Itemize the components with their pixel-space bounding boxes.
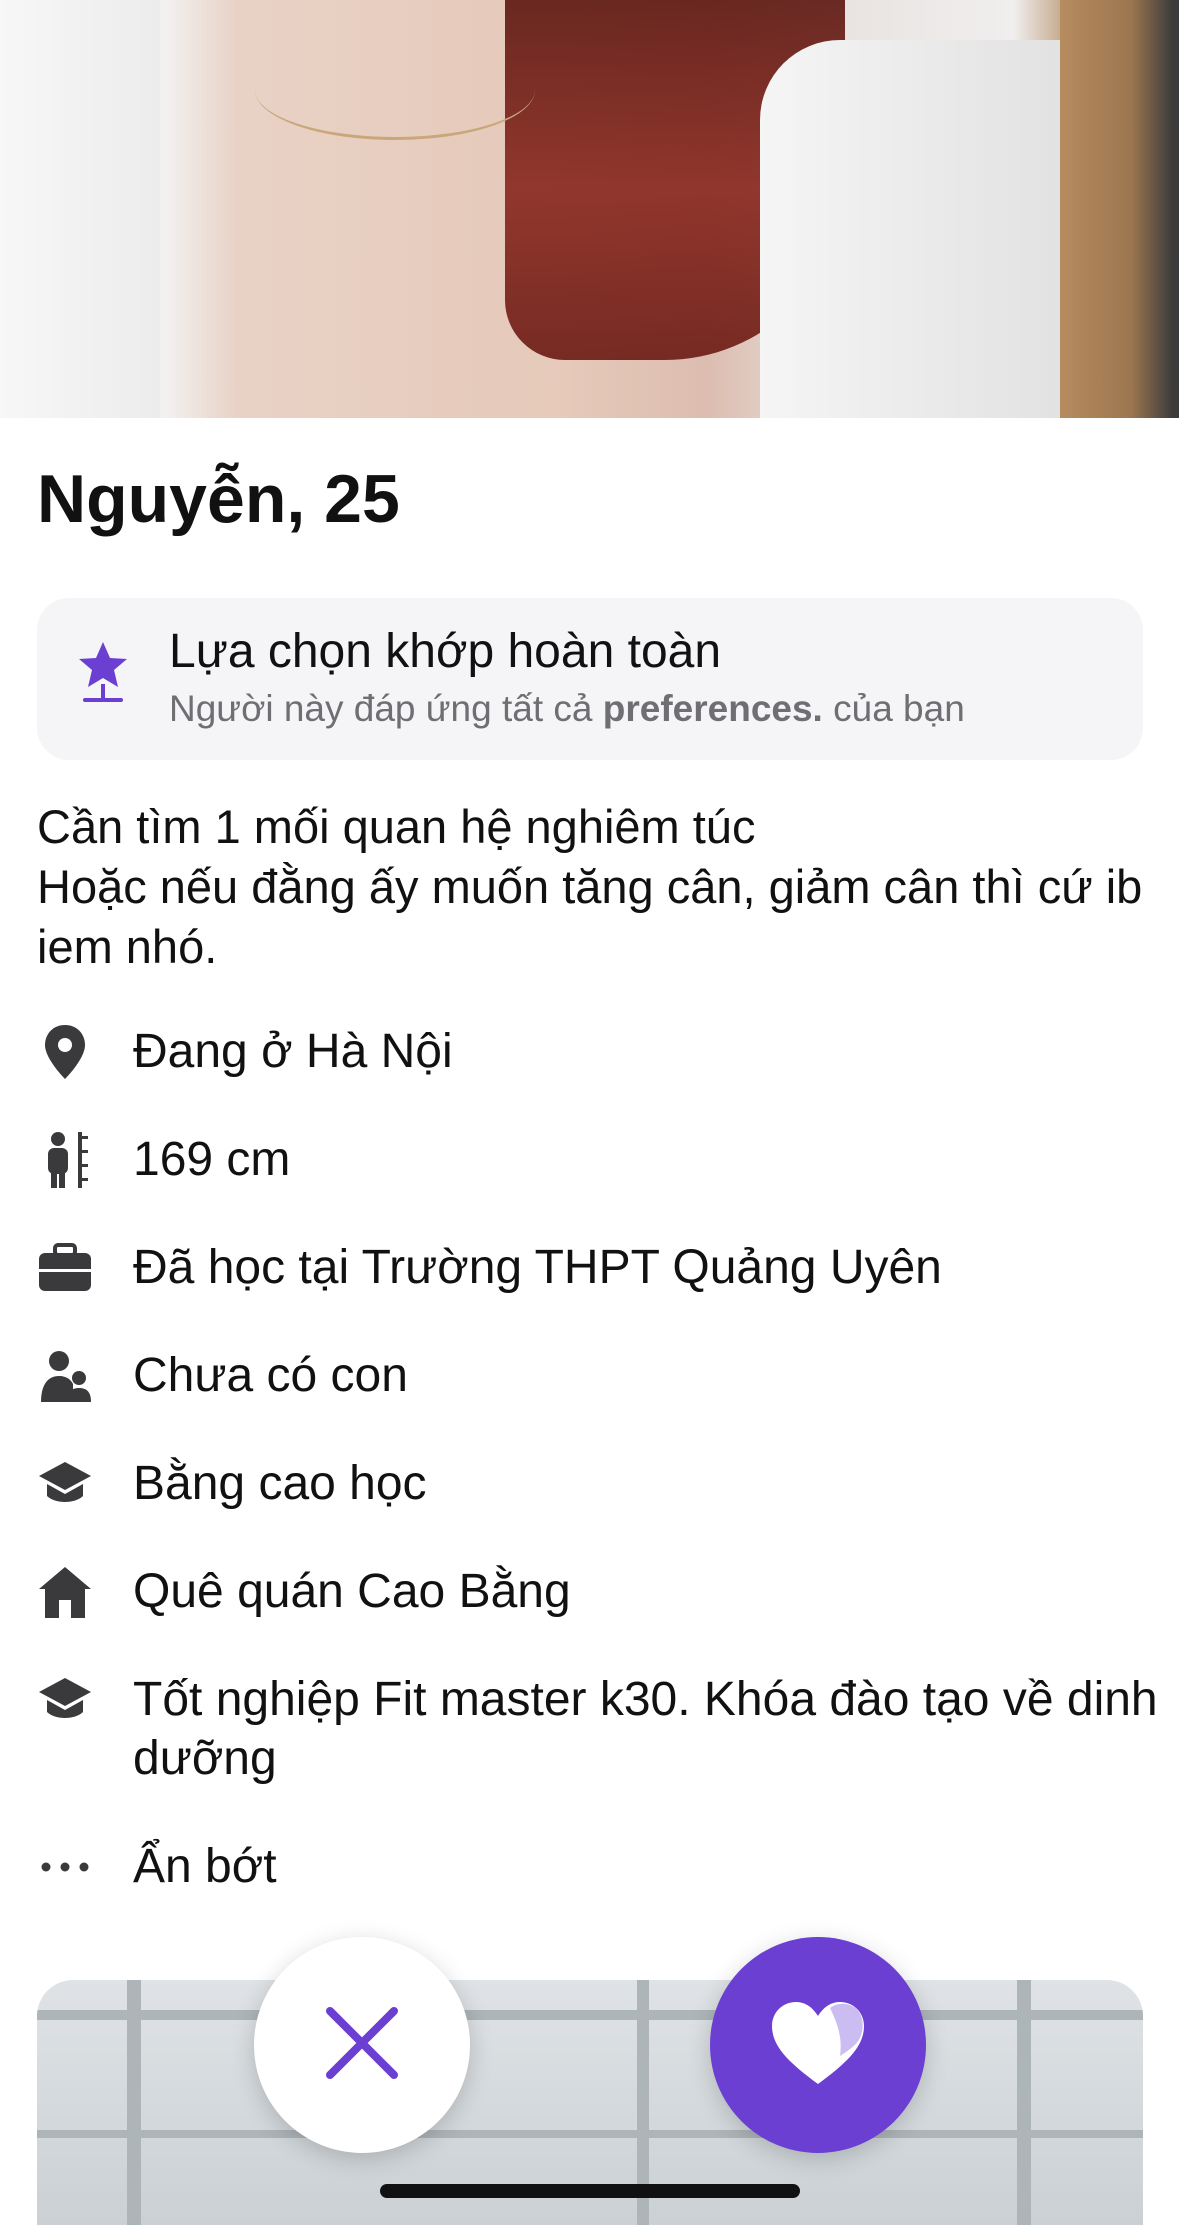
graduation-cap-icon — [37, 1670, 93, 1730]
close-icon — [320, 2001, 404, 2090]
home-icon — [37, 1562, 93, 1622]
profile-photo-top[interactable] — [0, 0, 1179, 418]
photo-region — [127, 1980, 141, 2225]
graduation-cap-icon — [37, 1454, 93, 1514]
photo-region — [255, 40, 535, 140]
star-icon — [75, 638, 131, 710]
detail-text: Tốt nghiệp Fit master k30. Khóa đào tạo … — [133, 1673, 1158, 1785]
perfect-match-subtitle: Người này đáp ứng tất cả preferences. củ… — [169, 688, 965, 729]
home-indicator — [380, 2184, 800, 2198]
show-less-label[interactable]: Ẩn bớt — [133, 1837, 1163, 1896]
children-icon — [37, 1346, 93, 1406]
bio-line: Hoặc nếu đằng ấy muốn tăng cân, giảm cân… — [37, 860, 1143, 973]
height-icon — [37, 1130, 93, 1190]
photo-region — [37, 2130, 1143, 2138]
pass-button[interactable] — [254, 1937, 470, 2153]
detail-text: Bằng cao học — [133, 1457, 427, 1510]
photo-region — [760, 40, 1060, 418]
heart-icon — [768, 1998, 868, 2093]
detail-text: Chưa có con — [133, 1349, 408, 1402]
photo-region — [1017, 1980, 1031, 2225]
photo-region — [0, 0, 160, 418]
profile-bio: Cần tìm 1 mối quan hệ nghiêm túc Hoặc nế… — [37, 797, 1147, 977]
briefcase-icon — [37, 1238, 93, 1298]
more-dots-icon — [37, 1837, 93, 1897]
perfect-match-title: Lựa chọn khớp hoàn toàn — [169, 625, 722, 678]
detail-text: 169 cm — [133, 1133, 291, 1186]
photo-region — [37, 2010, 1143, 2020]
detail-text: Quê quán Cao Bằng — [133, 1565, 571, 1618]
like-button[interactable] — [710, 1937, 926, 2153]
profile-name-age: Nguyễn, 25 — [37, 461, 400, 537]
detail-text: Đã học tại Trường THPT Quảng Uyên — [133, 1241, 942, 1294]
detail-text: Đang ở Hà Nội — [133, 1025, 453, 1078]
photo-region — [1060, 0, 1179, 418]
bio-line: Cần tìm 1 mối quan hệ nghiêm túc — [37, 800, 756, 853]
location-pin-icon — [37, 1022, 93, 1082]
perfect-match-card: Lựa chọn khớp hoàn toàn Người này đáp ứn… — [37, 598, 1143, 760]
